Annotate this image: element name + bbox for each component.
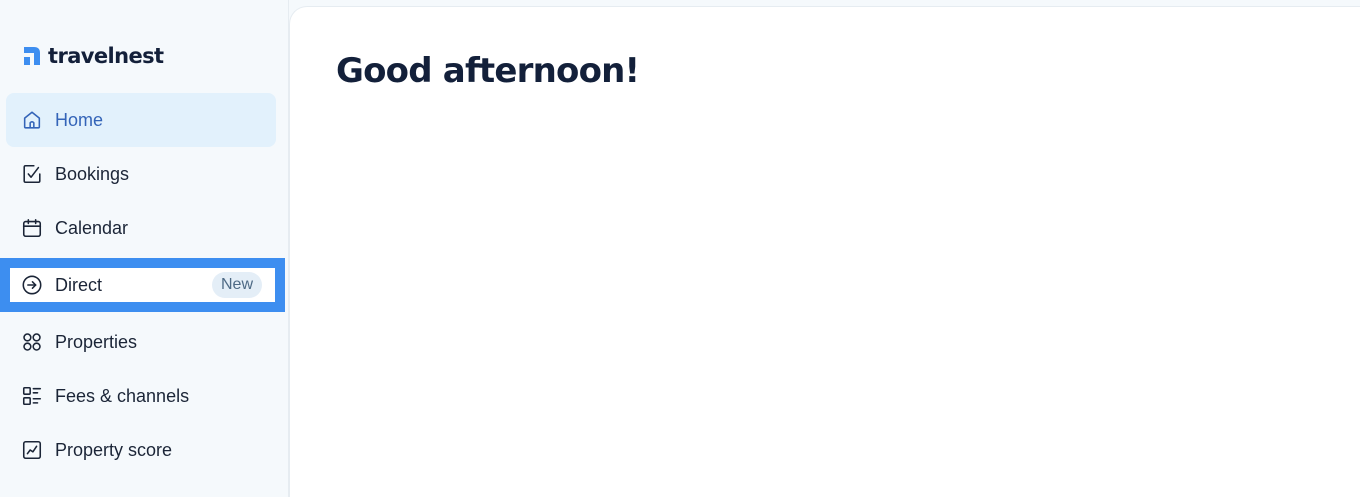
sidebar-item-label: Properties	[55, 331, 138, 352]
chart-line-icon	[22, 440, 42, 460]
sidebar-item-bookings[interactable]: Bookings	[6, 147, 276, 201]
app-root: travelnest Home Bookings Calendar Direct…	[0, 0, 1360, 497]
sidebar-item-direct-inner: Direct New	[10, 268, 275, 302]
page-title: Good afternoon!	[336, 51, 640, 91]
sidebar-item-label: Property score	[55, 439, 173, 460]
sidebar-item-label: Home	[55, 109, 104, 130]
sidebar: travelnest Home Bookings Calendar Direct…	[0, 0, 289, 497]
brand-name: travelnest	[48, 44, 164, 68]
sidebar-item-label: Bookings	[55, 163, 130, 184]
sidebar-item-properties[interactable]: Properties	[6, 315, 276, 369]
travelnest-logo-icon	[24, 47, 40, 65]
sidebar-item-fees-channels[interactable]: Fees & channels	[6, 369, 276, 423]
new-badge: New	[211, 272, 262, 298]
grid-circles-icon	[23, 333, 41, 351]
sidebar-item-label: Calendar	[55, 217, 129, 238]
calendar-icon	[22, 218, 42, 238]
sidebar-item-label: Fees & channels	[55, 385, 190, 406]
sidebar-nav: Home Bookings Calendar Direct New Proper…	[0, 93, 289, 477]
main-panel: Good afternoon!	[289, 6, 1360, 497]
sidebar-item-property-score[interactable]: Property score	[6, 423, 276, 477]
sidebar-item-calendar[interactable]: Calendar	[6, 201, 276, 255]
fees-list-icon	[22, 386, 42, 406]
logo[interactable]: travelnest	[22, 43, 164, 69]
sidebar-item-direct[interactable]: Direct New	[0, 258, 285, 312]
bookings-check-icon	[23, 164, 41, 184]
arrow-circle-right-icon	[22, 275, 42, 295]
sidebar-item-home[interactable]: Home	[6, 93, 276, 147]
home-icon	[23, 111, 41, 129]
sidebar-item-label: Direct	[55, 274, 103, 295]
